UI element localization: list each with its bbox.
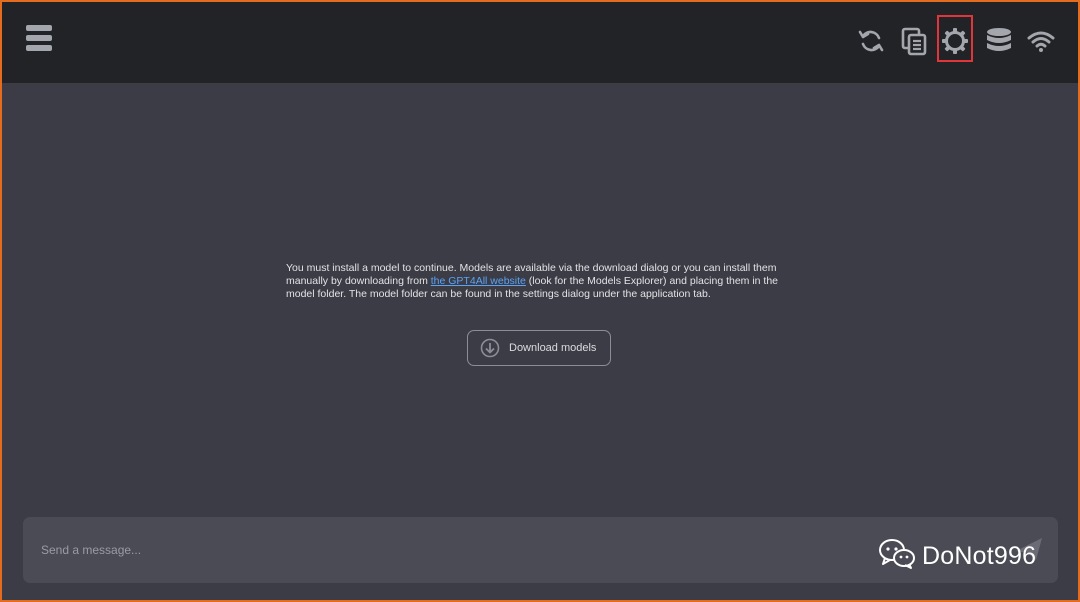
- message-input[interactable]: [39, 539, 823, 561]
- copy-icon[interactable]: [898, 24, 930, 58]
- watermark: DoNot996: [878, 538, 1036, 575]
- wechat-logo-icon: [878, 538, 916, 575]
- wifi-icon[interactable]: [1025, 24, 1057, 58]
- app-window: You must install a model to continue. Mo…: [0, 0, 1080, 602]
- database-icon[interactable]: [983, 24, 1015, 58]
- top-toolbar: [2, 2, 1078, 83]
- download-models-label: Download models: [509, 342, 597, 354]
- download-arrow-icon: [480, 338, 500, 358]
- gear-icon[interactable]: [939, 24, 971, 58]
- download-models-button[interactable]: Download models: [467, 330, 611, 366]
- refresh-icon[interactable]: [855, 24, 887, 58]
- no-model-message: You must install a model to continue. Mo…: [286, 262, 792, 301]
- watermark-text: DoNot996: [922, 542, 1037, 570]
- hamburger-menu-icon[interactable]: [26, 25, 54, 57]
- gpt4all-website-link[interactable]: the GPT4All website: [431, 275, 526, 287]
